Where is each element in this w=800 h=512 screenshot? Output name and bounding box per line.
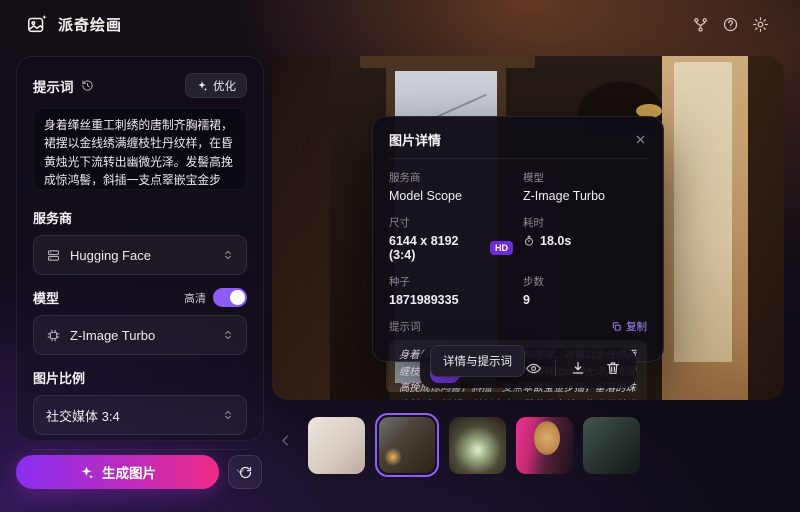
thumbnail-strip [308,413,640,477]
chevron-updown-icon [222,409,234,421]
hd-toggle[interactable] [213,288,247,307]
prompt-label: 提示词 [33,76,74,96]
modal-title: 图片详情 [389,130,441,149]
model-label: 模型 [33,288,59,307]
chip-icon [46,328,61,343]
optimize-prompt-button[interactable]: 优化 [185,73,247,98]
top-bar: 派奇绘画 [0,0,800,48]
settings-gear-icon[interactable] [746,10,774,38]
provider-label: 服务商 [33,208,247,227]
reset-button[interactable] [228,455,262,489]
hd-badge: HD [490,241,513,255]
thumbnails-prev-button[interactable] [278,433,293,448]
modal-size-field: 尺寸 6144 x 8192 (3:4) HD [389,215,513,262]
thumbnail-1[interactable] [308,417,365,474]
model-select[interactable]: Z-Image Turbo [33,315,247,355]
modal-seed-field: 种子 1871989335 [389,274,513,307]
app-title: 派奇绘画 [58,14,122,35]
image-preview-panel: 图片详情 服务商 Model Scope 模型 Z-Image Turbo 尺寸 [272,56,784,400]
hd-toggle-label: 高清 [184,290,206,306]
wall-scroll [662,56,748,400]
app-root: 派奇绘画 提示词 [0,0,800,512]
github-icon[interactable] [686,10,714,38]
toolbar-tooltip: 详情与提示词 [430,345,525,377]
chevron-left-icon [278,433,293,448]
prompt-header: 提示词 优化 [33,73,247,98]
provider-select[interactable]: Hugging Face [33,235,247,275]
ratio-label: 图片比例 [33,368,247,387]
copy-icon [611,321,622,332]
prompt-history-icon[interactable] [81,79,94,92]
download-icon [570,360,586,376]
modal-prompt-label: 提示词 [389,319,421,334]
model-label-row: 模型 高清 [33,288,247,307]
prompt-input[interactable]: 身着缂丝重工刺绣的唐制齐胸襦裙，裙摆以金线绣满缠枝牡丹纹样，在昏黄烛光下流转出幽… [33,108,247,190]
ratio-value: 社交媒体 3:4 [46,406,120,425]
refresh-icon [238,465,253,480]
chevron-updown-icon [222,329,234,341]
modal-model-field: 模型 Z-Image Turbo [523,170,647,203]
copy-prompt-button[interactable]: 复制 [611,319,647,334]
model-value: Z-Image Turbo [70,328,155,343]
modal-steps-field: 步数 9 [523,274,647,307]
close-icon[interactable] [634,133,647,146]
modal-provider-field: 服务商 Model Scope [389,170,513,203]
thumbnail-2-selected[interactable] [375,413,439,477]
delete-button[interactable] [600,355,626,381]
ratio-select[interactable]: 社交媒体 3:4 [33,395,247,435]
modal-time-field: 耗时 18.0s [523,215,647,262]
generate-row: 生成图片 [16,455,262,489]
eye-icon [525,360,542,377]
app-logo-icon [26,13,48,35]
timer-icon [523,235,535,247]
trash-icon [605,360,621,376]
sparkles-icon [79,465,94,480]
chevron-updown-icon [222,249,234,261]
server-icon [46,248,61,263]
generate-image-button[interactable]: 生成图片 [16,455,219,489]
thumbnail-5[interactable] [583,417,640,474]
sparkle-icon [196,80,208,92]
provider-value: Hugging Face [70,248,151,263]
generate-button-label: 生成图片 [102,462,156,482]
download-button[interactable] [565,355,591,381]
thumbnail-4[interactable] [516,417,573,474]
help-icon[interactable] [716,10,744,38]
settings-sidebar: 提示词 优化 身着缂丝重工刺绣的唐制齐胸襦裙，裙摆以金线绣满缠枝牡丹纹样，在昏黄… [16,56,264,441]
thumbnail-3[interactable] [449,417,506,474]
image-details-modal: 图片详情 服务商 Model Scope 模型 Z-Image Turbo 尺寸 [372,116,664,362]
